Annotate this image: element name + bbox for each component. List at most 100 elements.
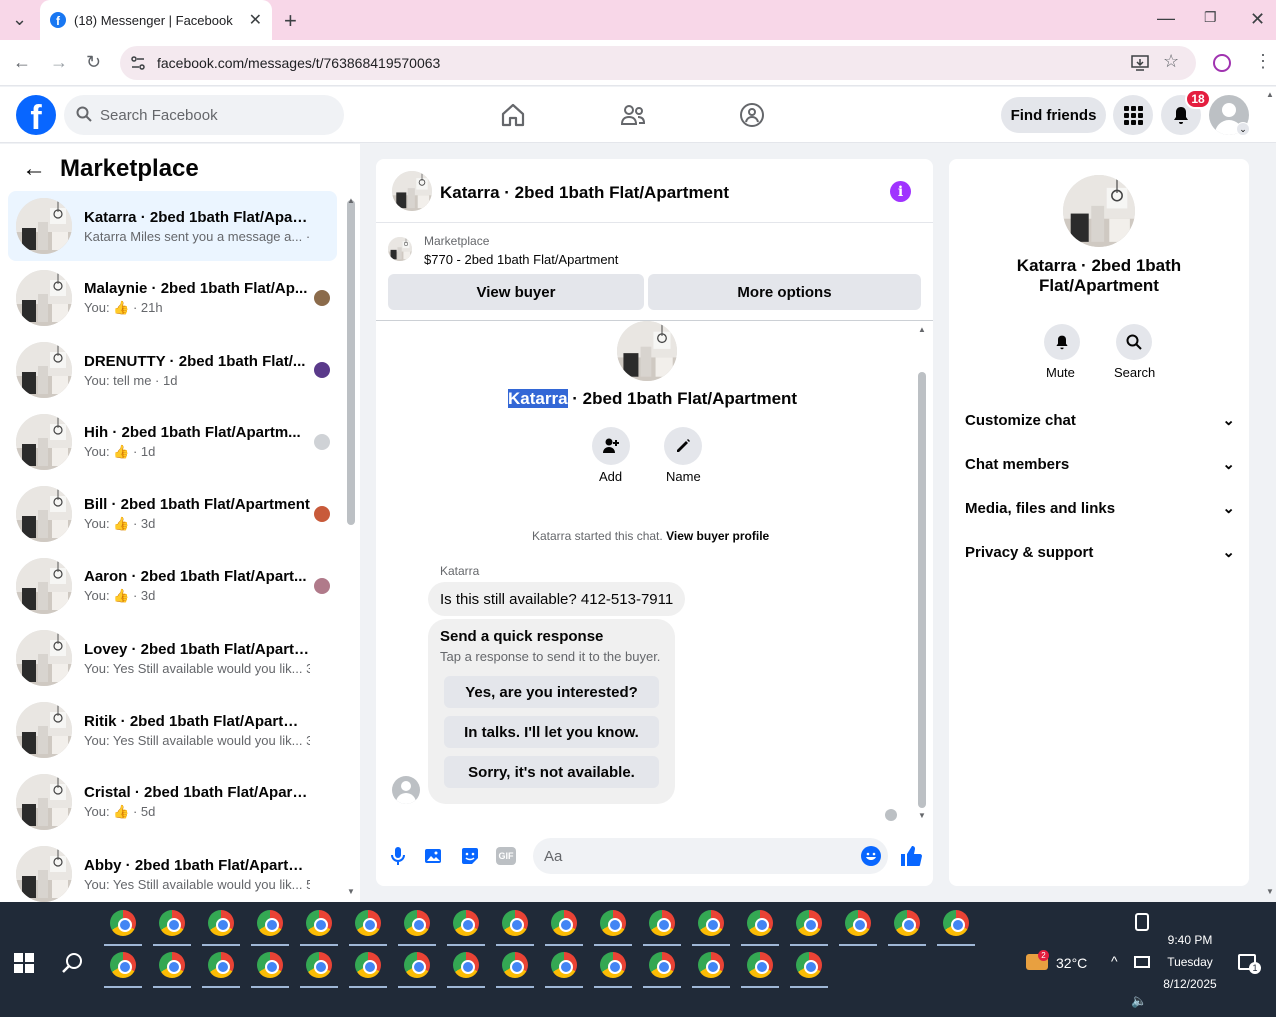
- taskbar-chrome-icon[interactable]: [790, 946, 828, 988]
- taskbar-chrome-icon[interactable]: [545, 904, 583, 946]
- conversation-item[interactable]: Abby · 2bed 1bath Flat/Apartment You: Yes…: [8, 839, 337, 909]
- page-scroll-down-icon[interactable]: ▼: [1266, 887, 1274, 896]
- taskbar-chrome-icon[interactable]: [398, 904, 436, 946]
- quick-reply-not-available[interactable]: Sorry, it's not available.: [444, 756, 659, 788]
- privacy-support-section[interactable]: Privacy & support ⌄: [965, 543, 1235, 562]
- sticker-icon[interactable]: [460, 846, 480, 869]
- conversation-item[interactable]: Malaynie · 2bed 1bath Flat/Ap... You: 👍 ·…: [8, 263, 337, 333]
- emoji-icon[interactable]: [861, 846, 881, 866]
- conversation-item[interactable]: DRENUTTY · 2bed 1bath Flat/... You: tell …: [8, 335, 337, 405]
- message-input[interactable]: Aa: [533, 838, 888, 874]
- friends-icon[interactable]: [619, 101, 647, 132]
- back-icon[interactable]: ←: [13, 52, 31, 73]
- view-buyer-profile-link[interactable]: View buyer profile: [666, 529, 769, 543]
- clock-day[interactable]: Tuesday: [1160, 955, 1220, 969]
- message-bubble[interactable]: Is this still available? 412-513-7911: [428, 582, 686, 616]
- clock-time[interactable]: 9:40 PM: [1160, 933, 1220, 947]
- taskbar-chrome-icon[interactable]: [692, 904, 730, 946]
- temperature[interactable]: 32°C: [1056, 955, 1087, 971]
- minimize-icon[interactable]: —: [1157, 8, 1175, 29]
- facebook-logo-icon[interactable]: f: [16, 95, 56, 135]
- chat-title[interactable]: Katarra · 2bed 1bath Flat/Apartment: [440, 183, 729, 203]
- like-icon[interactable]: [899, 844, 923, 871]
- home-icon[interactable]: [499, 101, 527, 132]
- taskbar-chrome-icon[interactable]: [104, 946, 142, 988]
- profile-icon[interactable]: [1213, 54, 1231, 72]
- conversation-scrollbar[interactable]: [347, 200, 355, 525]
- taskbar-chrome-icon[interactable]: [153, 904, 191, 946]
- browser-tab[interactable]: f (18) Messenger | Facebook ✕: [40, 0, 272, 40]
- taskbar-chrome-icon[interactable]: [643, 904, 681, 946]
- close-tab-icon[interactable]: ✕: [249, 10, 262, 30]
- chat-scrollbar[interactable]: [918, 372, 926, 808]
- back-arrow-icon[interactable]: ←: [22, 155, 46, 183]
- taskbar-chrome-icon[interactable]: [447, 904, 485, 946]
- media-files-links-section[interactable]: Media, files and links ⌄: [965, 499, 1235, 518]
- site-info-icon[interactable]: [130, 55, 146, 71]
- customize-chat-section[interactable]: Customize chat ⌄: [965, 411, 1235, 430]
- gif-icon[interactable]: GIF: [496, 847, 516, 865]
- reload-icon[interactable]: ↻: [86, 52, 101, 73]
- taskbar-chrome-icon[interactable]: [398, 946, 436, 988]
- taskbar-chrome-icon[interactable]: [300, 946, 338, 988]
- taskbar-chrome-icon[interactable]: [251, 946, 289, 988]
- microphone-icon[interactable]: [389, 845, 407, 870]
- chat-scroll-down-icon[interactable]: ▼: [918, 811, 926, 820]
- url-field[interactable]: facebook.com/messages/t/763868419570063: [120, 46, 1196, 80]
- taskbar-chrome-icon[interactable]: [104, 904, 142, 946]
- taskbar-chrome-icon[interactable]: [643, 946, 681, 988]
- taskbar-chrome-icon[interactable]: [349, 904, 387, 946]
- edit-name-button[interactable]: [664, 427, 702, 465]
- taskbar-chrome-icon[interactable]: [741, 946, 779, 988]
- view-buyer-button[interactable]: View buyer: [388, 274, 644, 310]
- taskbar-chrome-icon[interactable]: [202, 946, 240, 988]
- network-icon[interactable]: [1134, 956, 1150, 968]
- taskbar-search-icon[interactable]: [61, 952, 83, 977]
- taskbar-chrome-icon[interactable]: [594, 946, 632, 988]
- new-tab-icon[interactable]: +: [284, 8, 297, 34]
- taskbar-chrome-icon[interactable]: [692, 946, 730, 988]
- more-options-button[interactable]: More options: [648, 274, 921, 310]
- scroll-down-icon[interactable]: ▼: [347, 887, 355, 896]
- browser-menu-icon[interactable]: ⋮: [1254, 51, 1272, 72]
- clock-date[interactable]: 8/12/2025: [1160, 977, 1220, 991]
- conversation-item[interactable]: Aaron · 2bed 1bath Flat/Apart... You: 👍 ·…: [8, 551, 337, 621]
- mute-button[interactable]: [1044, 324, 1080, 360]
- taskbar-chrome-icon[interactable]: [349, 946, 387, 988]
- chat-members-section[interactable]: Chat members ⌄: [965, 455, 1235, 474]
- chat-scroll-up-icon[interactable]: ▲: [918, 325, 926, 334]
- forward-icon[interactable]: →: [50, 52, 68, 73]
- taskbar-chrome-icon[interactable]: [300, 904, 338, 946]
- taskbar-chrome-icon[interactable]: [937, 904, 975, 946]
- info-icon[interactable]: i: [890, 181, 911, 202]
- page-scroll-up-icon[interactable]: ▲: [1266, 90, 1274, 99]
- quick-reply-yes[interactable]: Yes, are you interested?: [444, 676, 659, 708]
- close-window-icon[interactable]: ✕: [1250, 9, 1265, 30]
- conversation-item[interactable]: Lovey · 2bed 1bath Flat/Apartm... You: Ye…: [8, 623, 337, 693]
- taskbar-chrome-icon[interactable]: [447, 946, 485, 988]
- taskbar-chrome-icon[interactable]: [545, 946, 583, 988]
- tray-chevron-icon[interactable]: ^: [1111, 953, 1118, 969]
- listing-title[interactable]: $770 - 2bed 1bath Flat/Apartment: [424, 252, 618, 267]
- conversation-item[interactable]: Hih · 2bed 1bath Flat/Apartm... You: 👍 · …: [8, 407, 337, 477]
- tablet-mode-icon[interactable]: [1135, 913, 1149, 931]
- taskbar-chrome-icon[interactable]: [496, 946, 534, 988]
- restore-icon[interactable]: ❐: [1204, 9, 1217, 26]
- scroll-up-icon[interactable]: ▲: [347, 196, 355, 205]
- conversation-item[interactable]: Ritik · 2bed 1bath Flat/Apartment You: Ye…: [8, 695, 337, 765]
- account-chevron-icon[interactable]: ⌄: [1236, 122, 1250, 136]
- windows-start-icon[interactable]: [14, 953, 34, 976]
- taskbar-chrome-icon[interactable]: [251, 904, 289, 946]
- taskbar-chrome-icon[interactable]: [202, 904, 240, 946]
- taskbar-chrome-icon[interactable]: [839, 904, 877, 946]
- taskbar-chrome-icon[interactable]: [741, 904, 779, 946]
- conversation-item[interactable]: Bill · 2bed 1bath Flat/Apartment You: 👍 ·…: [8, 479, 337, 549]
- volume-icon[interactable]: 🔈: [1131, 993, 1147, 1009]
- photo-icon[interactable]: [424, 846, 444, 869]
- find-friends-button[interactable]: Find friends: [1001, 97, 1106, 133]
- chat-avatar[interactable]: [392, 171, 432, 211]
- conversation-item[interactable]: Katarra · 2bed 1bath Flat/Apart... Katarr…: [8, 191, 337, 261]
- quick-reply-in-talks[interactable]: In talks. I'll let you know.: [444, 716, 659, 748]
- bookmark-star-icon[interactable]: ☆: [1163, 51, 1179, 72]
- conversation-item[interactable]: Cristal · 2bed 1bath Flat/Apartm... You: …: [8, 767, 337, 837]
